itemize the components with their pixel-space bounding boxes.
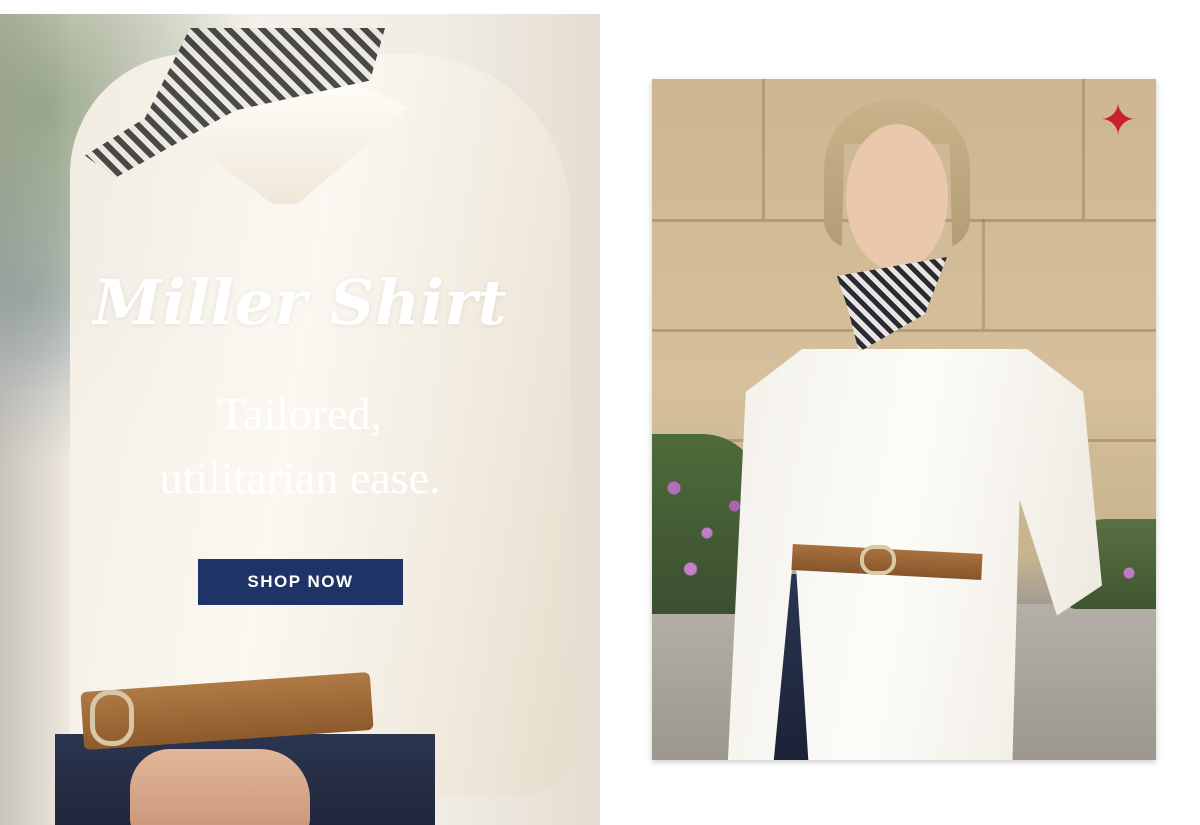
hero-subtitle-line2: utilitarian ease.: [159, 452, 441, 503]
hero-title: Miller Shirt: [93, 266, 507, 339]
model-face: [832, 104, 962, 274]
stone-joint: [652, 329, 1156, 332]
model-buckle: [860, 545, 896, 575]
hero-subtitle-line1: Tailored,: [217, 388, 383, 439]
shop-now-button[interactable]: SHOP NOW: [198, 559, 403, 605]
hero-subtitle: Tailored, utilitarian ease.: [0, 382, 600, 510]
stone-joint: [982, 219, 985, 329]
hero-hand-image: [130, 749, 310, 825]
hero-buckle-image: [90, 690, 134, 746]
stone-joint: [762, 79, 765, 219]
stone-joint: [1082, 79, 1085, 219]
hero-banner: Miller Shirt Tailored, utilitarian ease.…: [0, 14, 600, 825]
model-photo[interactable]: ✦: [652, 79, 1156, 760]
star-icon: ✦: [1099, 96, 1137, 145]
